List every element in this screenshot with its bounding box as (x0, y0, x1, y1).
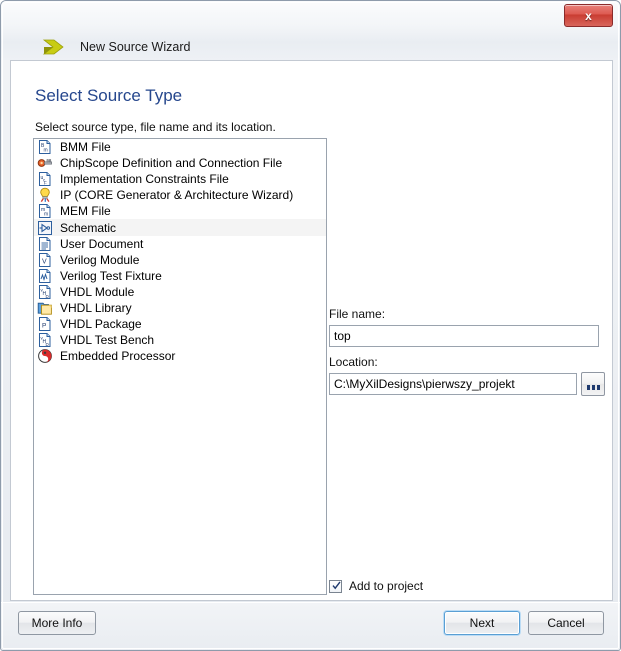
source-type-item[interactable]: Bm BMM File (34, 139, 326, 155)
source-type-item-label: MEM File (60, 204, 111, 219)
browse-location-button[interactable] (581, 372, 605, 396)
file-name-label: File name: (329, 307, 386, 321)
vhdl-package-icon: P (37, 316, 53, 332)
source-type-item[interactable]: u c F Implementation Constraints File (34, 171, 326, 187)
source-type-item-label: Embedded Processor (60, 349, 176, 364)
source-type-item-label: VHDL Test Bench (60, 333, 155, 348)
ellipsis-icon (586, 385, 600, 390)
schematic-icon (37, 220, 53, 236)
source-type-item-label: Verilog Test Fixture (60, 268, 162, 283)
title-row: New Source Wizard (41, 37, 190, 57)
file-name-input[interactable] (329, 325, 599, 347)
svg-text:F: F (44, 181, 47, 186)
close-icon: x (585, 8, 592, 23)
source-type-item[interactable]: Schematic (34, 219, 326, 236)
source-type-item[interactable]: v H D VHDL Test Bench (34, 332, 326, 348)
source-type-item-label: ChipScope Definition and Connection File (60, 156, 283, 171)
svg-text:V: V (42, 258, 47, 265)
window-title: New Source Wizard (80, 40, 191, 54)
title-bar: New Source Wizard x (1, 1, 620, 60)
user-document-icon (37, 236, 53, 252)
page-subtitle: Select source type, file name and its lo… (35, 120, 276, 134)
page-title: Select Source Type (35, 86, 183, 105)
source-type-item[interactable]: Embedded Processor (34, 348, 326, 364)
vhdl-test-bench-icon: vHD (37, 332, 53, 348)
source-type-item[interactable]: IP (CORE Generator & Architecture Wizard… (34, 187, 326, 203)
source-type-item[interactable]: ChipScope Definition and Connection File (34, 155, 326, 171)
footer-bar: More Info Next Cancel (1, 602, 620, 650)
source-type-item-label: IP (CORE Generator & Architecture Wizard… (60, 188, 294, 203)
chipscope-icon (37, 155, 53, 171)
close-button[interactable]: x (564, 4, 613, 27)
source-type-item[interactable]: V Verilog Module (34, 252, 326, 268)
svg-text:P: P (42, 323, 46, 330)
source-type-item-label: VHDL Package (60, 317, 142, 332)
source-type-item[interactable]: v H D VHDL Module (34, 284, 326, 300)
add-to-project-checkbox[interactable]: Add to project (329, 579, 423, 593)
source-type-item[interactable]: User Document (34, 236, 326, 252)
source-type-item[interactable]: VHDL Library (34, 300, 326, 316)
source-type-item-label: Verilog Module (60, 252, 140, 267)
source-type-item-label: Schematic (60, 220, 117, 235)
new-source-wizard-dialog: New Source Wizard x Select Source Type S… (0, 0, 621, 651)
check-icon (332, 580, 341, 589)
source-type-item-label: BMM File (60, 140, 111, 155)
ucf-file-icon: ucF (37, 171, 53, 187)
ip-core-icon (37, 187, 53, 203)
source-type-item-label: VHDL Library (60, 300, 132, 315)
verilog-test-fixture-icon (37, 268, 53, 284)
location-label: Location: (329, 355, 378, 369)
source-type-list[interactable]: Bm BMM File ChipScope Definition and Conne… (33, 138, 327, 595)
mem-file-icon: mm (37, 203, 53, 219)
cancel-button[interactable]: Cancel (528, 611, 604, 635)
vhdl-module-icon: vHD (37, 284, 53, 300)
add-to-project-label: Add to project (349, 579, 424, 593)
svg-text:m: m (44, 148, 48, 154)
next-button[interactable]: Next (444, 611, 520, 635)
source-type-item-label: User Document (60, 236, 144, 251)
source-type-item[interactable]: P VHDL Package (34, 316, 326, 332)
vhdl-library-icon (37, 300, 53, 316)
svg-text:m: m (44, 212, 48, 218)
verilog-module-icon: V (37, 252, 53, 268)
source-type-item-label: VHDL Module (60, 284, 135, 299)
source-type-item-label: Implementation Constraints File (60, 172, 229, 187)
source-type-item[interactable]: Verilog Test Fixture (34, 268, 326, 284)
location-input[interactable] (329, 373, 577, 395)
more-info-button[interactable]: More Info (18, 611, 96, 635)
bmm-file-icon: Bm (37, 139, 53, 155)
chevron-arrow-icon (42, 39, 64, 55)
content-panel: Select Source Type Select source type, f… (10, 60, 613, 601)
source-type-item[interactable]: m m MEM File (34, 203, 326, 219)
checkbox-box (329, 579, 342, 593)
embedded-processor-icon (37, 348, 53, 364)
